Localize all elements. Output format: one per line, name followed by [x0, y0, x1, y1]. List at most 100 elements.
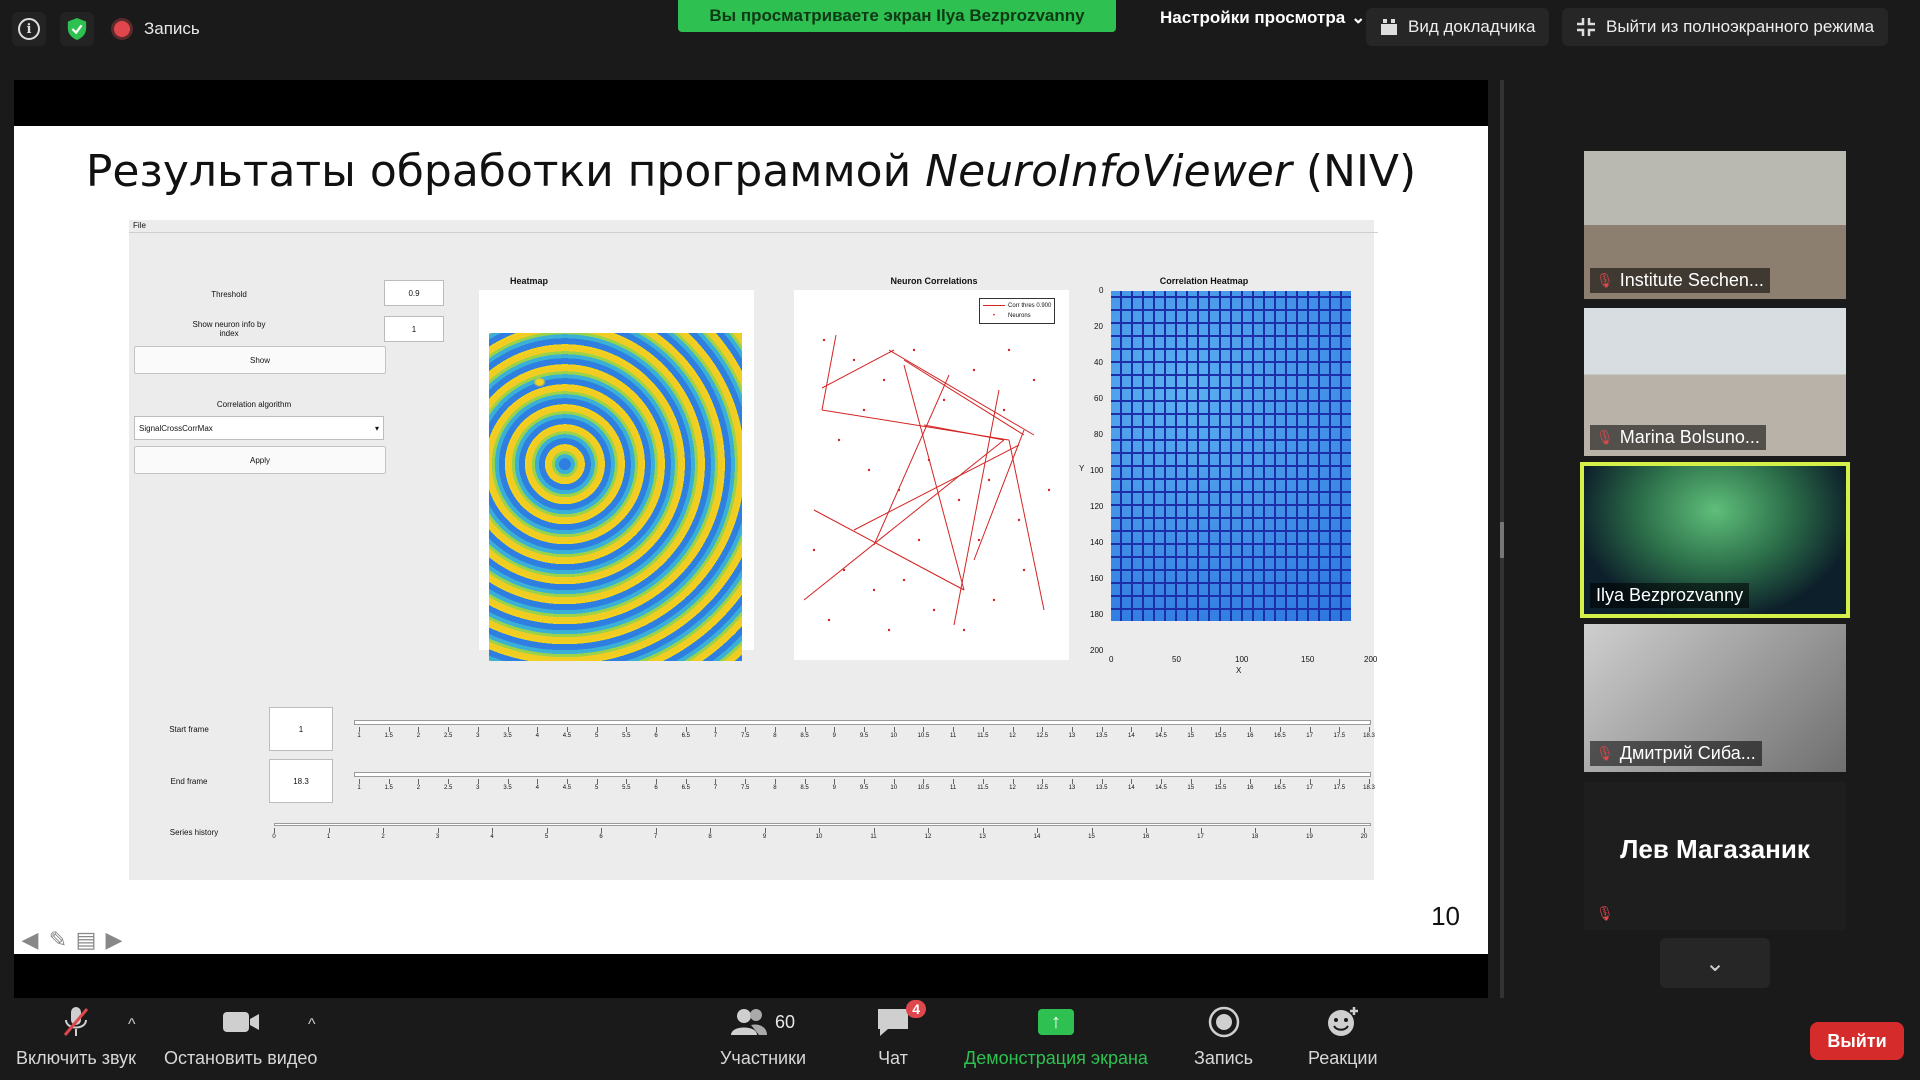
app-menu-file[interactable]: File: [129, 220, 1378, 233]
tick-mark: [715, 779, 717, 784]
tick-label: 14.5: [1155, 733, 1167, 739]
tick-mark: [1279, 727, 1281, 732]
tick-mark: [1309, 779, 1311, 784]
tick-mark: [864, 727, 865, 732]
show-info-label: Show neuron info by index: [192, 320, 266, 338]
tick-mark: [566, 727, 568, 732]
prev-slide-icon[interactable]: ◀: [18, 927, 42, 952]
tick-mark: [1146, 828, 1147, 833]
tick-mark: [710, 828, 711, 833]
tick-label: 18.3: [1363, 733, 1375, 739]
tick-mark: [537, 779, 539, 784]
chevron-down-icon: ⌄: [1351, 8, 1366, 27]
chat-icon: 4: [876, 1000, 926, 1040]
tick-label: 6: [599, 834, 603, 840]
tick-mark: [1161, 779, 1163, 784]
next-slide-icon[interactable]: ▶: [102, 927, 126, 952]
series-history-slider[interactable]: [274, 823, 1371, 826]
tick-mark: [834, 779, 836, 784]
chat-button[interactable]: 4 Чат: [876, 1000, 926, 1069]
menu-icon[interactable]: ▤: [74, 927, 98, 952]
tick-label: 6.5: [681, 785, 690, 791]
corr-algorithm-select[interactable]: SignalCrossCorrMax ▾: [134, 416, 384, 440]
unmute-button[interactable]: Включить звук: [16, 1004, 136, 1069]
end-frame-slider[interactable]: [354, 772, 1371, 777]
threshold-input[interactable]: 0.9: [384, 280, 444, 306]
meeting-info-button[interactable]: i: [12, 12, 46, 46]
tick-label: 9: [832, 733, 836, 739]
x-axis-label: X: [1236, 666, 1242, 675]
tick-label: 11.5: [977, 785, 989, 791]
tick-label: 13: [1068, 733, 1076, 739]
participants-button[interactable]: 60 Участники: [720, 1004, 806, 1069]
tick-label: 1.5: [384, 733, 393, 739]
tile-bigname-5: Лев Магазаник: [1620, 834, 1810, 864]
speaker-view-icon: [1381, 19, 1397, 35]
tick-label: 10: [890, 733, 898, 739]
x-tick-150: 150: [1301, 655, 1315, 664]
view-options-dropdown[interactable]: Настройки просмотра ⌄: [1150, 4, 1376, 32]
video-tile-5[interactable]: Лев Магазаник 🎙: [1584, 782, 1846, 930]
tick-mark: [982, 828, 984, 833]
tick-mark: [1364, 828, 1365, 833]
tick-label: 5.5: [622, 785, 631, 791]
exit-fullscreen-label: Выйти из полноэкранного режима: [1606, 17, 1875, 36]
stop-video-button[interactable]: Остановить видео: [164, 1004, 317, 1069]
pen-icon[interactable]: ✎: [46, 927, 70, 952]
speaker-view-button[interactable]: Вид докладчика: [1366, 8, 1550, 46]
mic-muted-icon: 🎙: [1596, 745, 1614, 761]
tick-label: 11: [949, 785, 957, 791]
video-options-caret-icon[interactable]: ^: [308, 1016, 316, 1034]
tick-mark: [383, 828, 384, 833]
video-tile-2[interactable]: 🎙 Marina Bolsuno...: [1584, 308, 1846, 456]
tick-label: 16.5: [1274, 733, 1286, 739]
audio-options-caret-icon[interactable]: ^: [128, 1016, 136, 1034]
neuron-index-input[interactable]: 1: [384, 316, 444, 342]
tick-label: 4.5: [562, 785, 572, 791]
tick-label: 4: [490, 834, 494, 840]
tick-mark: [1339, 779, 1341, 784]
tick-mark: [764, 828, 766, 833]
end-frame-label: End frame: [170, 777, 208, 786]
end-frame-input[interactable]: 18.3: [269, 759, 333, 803]
leave-meeting-button[interactable]: Выйти: [1810, 1022, 1904, 1060]
tick-label: 3.5: [503, 785, 512, 791]
tick-label: 11: [949, 733, 957, 739]
tick-mark: [819, 828, 820, 833]
exit-fullscreen-button[interactable]: Выйти из полноэкранного режима: [1562, 8, 1889, 46]
tick-label: 3: [476, 785, 480, 791]
share-screen-icon: ↑: [1037, 1004, 1074, 1040]
tick-mark: [685, 779, 687, 784]
apply-button[interactable]: Apply: [134, 446, 386, 474]
tick-mark: [359, 727, 360, 732]
more-participants-button[interactable]: ⌄: [1660, 938, 1770, 988]
start-frame-slider[interactable]: [354, 720, 1371, 725]
tick-label: 10.5: [917, 733, 930, 739]
tick-label: 12.5: [1036, 733, 1049, 739]
security-button[interactable]: [60, 12, 94, 46]
y-tick-80: 80: [1094, 430, 1103, 439]
divider-drag-handle[interactable]: [1500, 522, 1504, 558]
video-tile-4[interactable]: 🎙 Дмитрий Сиба...: [1584, 624, 1846, 772]
share-screen-button[interactable]: ↑ Демонстрация экрана: [964, 1004, 1148, 1069]
reactions-button[interactable]: Реакции: [1308, 1004, 1378, 1069]
dropdown-arrow-icon: ▾: [374, 423, 379, 433]
tick-mark: [477, 779, 479, 784]
tick-label: 6.5: [681, 733, 690, 739]
record-button[interactable]: Запись: [1194, 1004, 1253, 1069]
video-tile-1[interactable]: 🎙 Institute Sechen...: [1584, 151, 1846, 299]
speaker-view-label: Вид докладчика: [1408, 17, 1536, 36]
tick-mark: [1012, 727, 1014, 732]
corr-algorithm-value: SignalCrossCorrMax: [139, 423, 213, 433]
video-tile-3-active-speaker[interactable]: Ilya Bezprozvanny: [1580, 462, 1850, 618]
tick-mark: [537, 727, 539, 732]
tick-mark: [596, 727, 598, 732]
tick-mark: [656, 727, 658, 732]
neuron-correlations-plot: [794, 290, 1069, 660]
show-button[interactable]: Show: [134, 346, 386, 374]
start-frame-input[interactable]: 1: [269, 707, 333, 751]
tick-label: 14.5: [1155, 785, 1167, 791]
tick-mark: [1220, 727, 1222, 732]
tick-mark: [804, 779, 806, 784]
tick-label: 16.5: [1274, 785, 1286, 791]
